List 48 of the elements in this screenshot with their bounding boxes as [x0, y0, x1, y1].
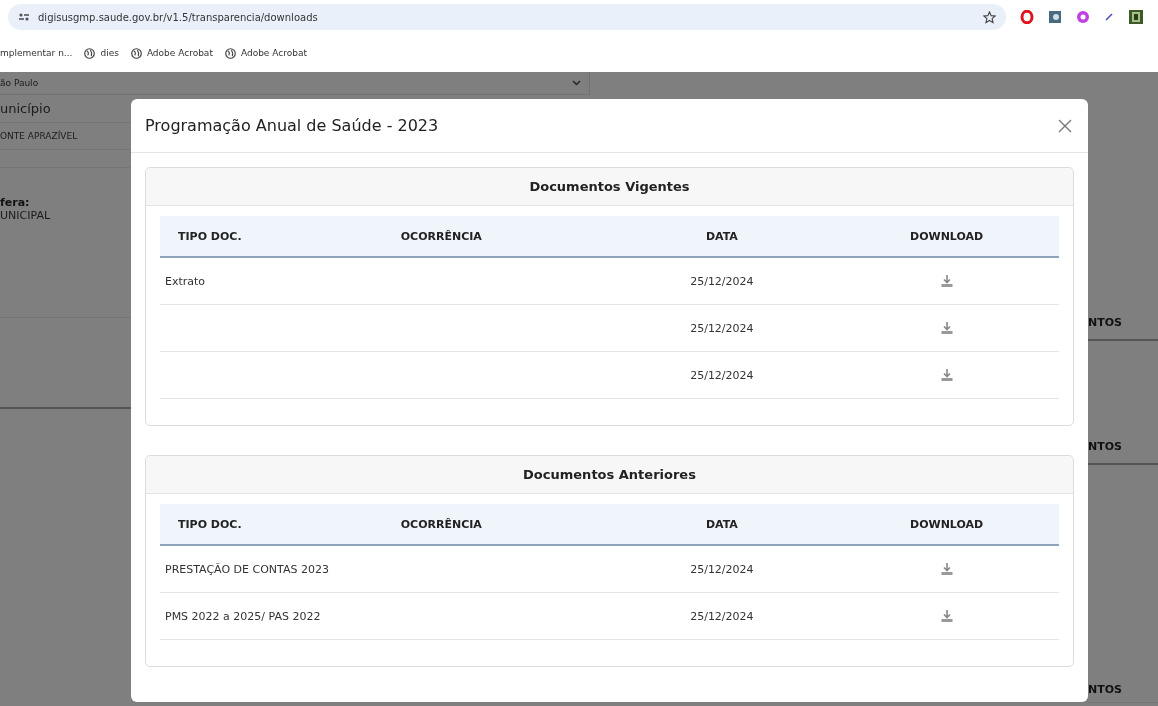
- bookmark-link[interactable]: mplementar n...: [0, 48, 73, 58]
- card-title: Documentos Vigentes: [146, 168, 1073, 206]
- field-value: UNICIPAL: [0, 209, 52, 222]
- field-value: ONTE APRAZÍVEL: [0, 131, 79, 141]
- field-label: unicípio: [0, 101, 52, 116]
- column-header: DOWNLOAD: [909, 228, 985, 245]
- column-header: TIPO DOC.: [177, 516, 243, 533]
- circle-extension-icon[interactable]: [1076, 10, 1090, 24]
- bookmark-link[interactable]: dies: [100, 48, 119, 58]
- download-button[interactable]: [939, 321, 954, 335]
- download-button[interactable]: [939, 274, 954, 288]
- column-header: OCORRÊNCIA: [399, 228, 483, 245]
- bookmark-star-icon[interactable]: [983, 10, 996, 24]
- pen-extension-icon[interactable]: [1104, 12, 1114, 22]
- section-heading: NTOS: [1088, 683, 1122, 696]
- table-cell-text: 25/12/2024: [689, 608, 755, 625]
- section-heading: NTOS: [1088, 316, 1122, 329]
- table-cell-text: PRESTAÇÃO DE CONTAS 2023: [164, 561, 330, 578]
- table-cell-text: 25/12/2024: [689, 273, 755, 290]
- avatar-extension-icon[interactable]: [1128, 9, 1144, 25]
- bookmark-link[interactable]: Adobe Acrobat: [146, 48, 213, 58]
- column-header: TIPO DOC.: [177, 228, 243, 245]
- state-select-value[interactable]: ão Paulo: [0, 78, 39, 88]
- column-header: DATA: [704, 516, 739, 533]
- download-button[interactable]: [939, 609, 954, 623]
- column-header: DATA: [704, 228, 739, 245]
- column-header: DOWNLOAD: [909, 516, 985, 533]
- ring-extension-icon[interactable]: [1020, 10, 1034, 24]
- table-cell-text: 25/12/2024: [689, 561, 755, 578]
- image-extension-icon[interactable]: [1048, 10, 1062, 24]
- download-button[interactable]: [939, 368, 954, 382]
- bookmark-link[interactable]: Adobe Acrobat: [240, 48, 307, 58]
- field-label: fera:: [0, 196, 31, 209]
- download-button[interactable]: [939, 562, 954, 576]
- modal-title: Programação Anual de Saúde - 2023: [145, 116, 439, 135]
- table-cell-text: PMS 2022 a 2025/ PAS 2022: [164, 608, 322, 625]
- table-cell-text: 25/12/2024: [689, 320, 755, 337]
- section-heading: NTOS: [1088, 440, 1122, 453]
- globe-icon: [84, 47, 96, 59]
- address-bar-url[interactable]: digisusgmp.saude.gov.br/v1.5/transparencia/downloads: [38, 11, 318, 23]
- site-settings-icon[interactable]: [18, 12, 30, 22]
- card-title: Documentos Anteriores: [146, 456, 1073, 494]
- table-cell-text: 25/12/2024: [689, 367, 755, 384]
- chevron-down-icon[interactable]: [572, 80, 581, 86]
- globe-icon: [224, 47, 236, 59]
- table-cell-text: Extrato: [164, 273, 207, 290]
- globe-icon: [130, 47, 142, 59]
- column-header: OCORRÊNCIA: [399, 516, 483, 533]
